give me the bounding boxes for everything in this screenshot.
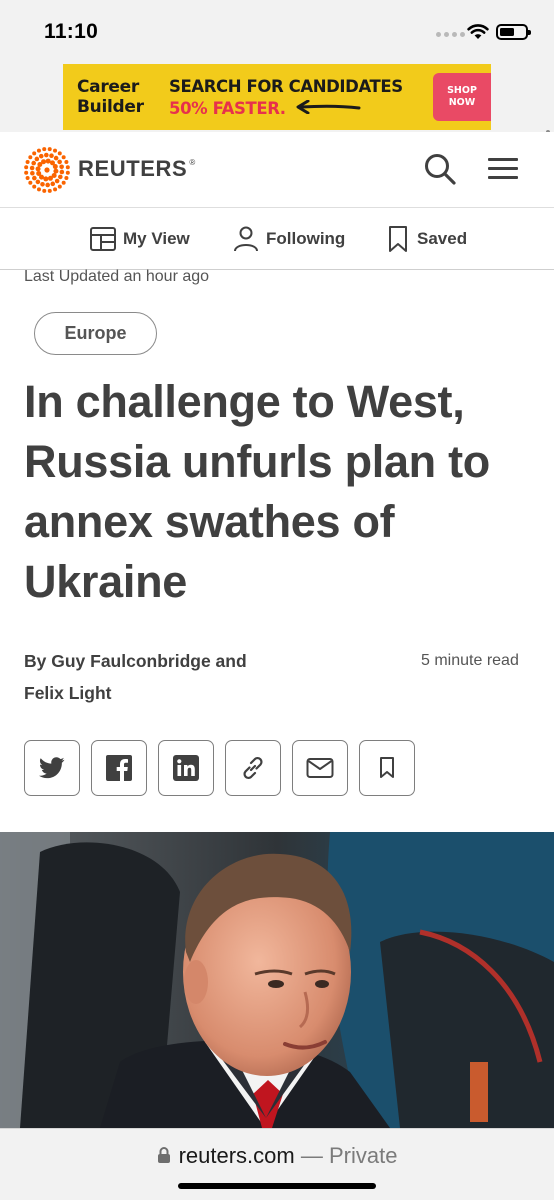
search-icon[interactable]: [422, 151, 458, 187]
ad-banner[interactable]: Career Builder SEARCH FOR CANDIDATES 50%…: [63, 64, 491, 130]
subnav-item-following[interactable]: Following: [232, 225, 345, 253]
status-bar: 11:10: [0, 0, 554, 60]
ad-shop-now-button[interactable]: SHOP NOW: [433, 73, 491, 121]
subnav-label: Following: [266, 229, 346, 248]
arrow-left-icon: [296, 100, 361, 114]
reuters-logo-text[interactable]: REUTERS ®: [78, 156, 196, 182]
ad-tagline: SEARCH FOR CANDIDATES 50% FASTER.: [169, 77, 403, 118]
ad-brand: Career Builder: [77, 77, 144, 117]
share-email-button[interactable]: [292, 740, 348, 796]
section-tag[interactable]: Europe: [34, 312, 157, 355]
article-hero-image: [0, 832, 554, 1128]
subnav-label: My View: [123, 229, 190, 248]
link-icon: [243, 756, 263, 780]
bookmark-icon: [380, 757, 394, 778]
facebook-icon: [106, 755, 132, 781]
status-time: 11:10: [44, 20, 99, 43]
linkedin-icon: [173, 755, 199, 781]
lock-icon: [157, 1147, 170, 1163]
share-linkedin-button[interactable]: [158, 740, 214, 796]
reuters-logo-icon[interactable]: [24, 147, 70, 193]
share-twitter-button[interactable]: [24, 740, 80, 796]
email-icon: [306, 758, 334, 778]
byline[interactable]: By Guy Faulconbridge and Felix Light: [24, 645, 294, 709]
copy-link-button[interactable]: [225, 740, 281, 796]
battery-icon: [496, 24, 531, 40]
last-updated: Last Updated an hour ago: [24, 268, 210, 285]
ad-strip: Career Builder SEARCH FOR CANDIDATES 50%…: [0, 60, 554, 196]
site-header: REUTERS ®: [0, 132, 554, 208]
hamburger-menu-icon[interactable]: [488, 158, 518, 180]
save-article-button[interactable]: [359, 740, 415, 796]
private-label: — Private: [300, 1143, 398, 1168]
person-icon: [234, 226, 258, 252]
subnav-item-my-view[interactable]: My View: [89, 225, 190, 253]
subnav-item-saved[interactable]: Saved: [385, 225, 467, 253]
url-domain: reuters.com: [178, 1143, 295, 1168]
home-indicator[interactable]: [178, 1183, 376, 1189]
browser-url-bar[interactable]: reuters.com — Private: [0, 1128, 554, 1200]
read-time: 5 minute read: [421, 652, 519, 669]
wifi-icon: [467, 24, 489, 39]
article-headline: In challenge to West, Russia unfurls pla…: [24, 376, 490, 607]
share-bar: [24, 740, 415, 796]
photo-illustration: [0, 832, 554, 1128]
subnav: My View Following Saved: [0, 208, 554, 270]
share-facebook-button[interactable]: [91, 740, 147, 796]
signal-dots-icon: [436, 32, 465, 37]
bookmark-icon: [389, 226, 407, 252]
subnav-label: Saved: [417, 229, 468, 248]
layout-icon: [90, 227, 116, 251]
url-display[interactable]: reuters.com — Private: [0, 1143, 554, 1169]
twitter-icon: [39, 757, 65, 779]
